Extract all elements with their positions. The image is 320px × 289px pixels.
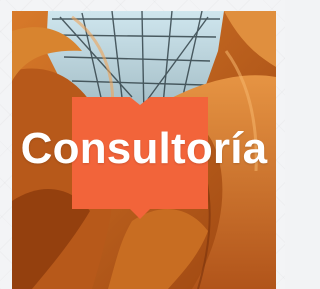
consultoria-card[interactable]: Consultoría — [12, 11, 276, 289]
card-title: Consultoría — [20, 124, 268, 173]
